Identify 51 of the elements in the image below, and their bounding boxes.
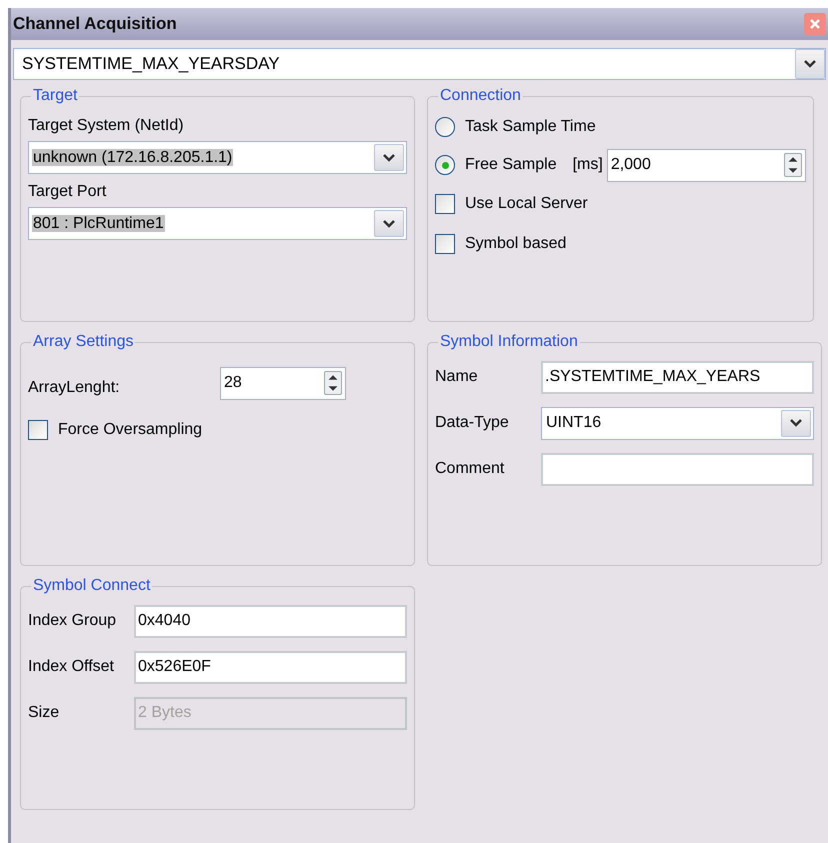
group-title: Target [32, 86, 78, 106]
spin-field[interactable]: 28 [220, 366, 346, 400]
checkbox[interactable] [28, 420, 48, 440]
spin-buttons[interactable] [324, 371, 342, 395]
checkbox-label: Symbol based [465, 234, 566, 254]
group-title: Symbol Connect [32, 576, 152, 596]
chevron-down-icon [790, 419, 802, 427]
group-title: Connection [439, 86, 522, 106]
text-field[interactable] [541, 452, 814, 486]
combo-box[interactable]: 801 : PlcRuntime1 [28, 207, 407, 240]
spin-field[interactable]: 2,000 [606, 148, 806, 182]
field-label: Index Group [28, 611, 118, 631]
group-title: Array Settings [32, 332, 134, 352]
field-label: Target Port [28, 182, 108, 202]
field-label: ArrayLenght: [28, 378, 121, 398]
field-label: Comment [435, 459, 506, 479]
combo-value: 801 : PlcRuntime1 [32, 214, 166, 234]
group-title: Symbol Information [439, 332, 579, 352]
channel-combo[interactable]: SYSTEMTIME_MAX_YEARSDAY [13, 48, 826, 80]
field-label: Data-Type [435, 413, 510, 433]
dropdown-button[interactable] [374, 144, 404, 171]
combo-box[interactable]: unknown (172.16.8.205.1.1) [28, 141, 407, 174]
combo-value: unknown (172.16.8.205.1.1) [32, 148, 234, 168]
checkbox[interactable] [435, 194, 455, 214]
field-label: Name [435, 367, 479, 387]
radio-button[interactable] [435, 155, 455, 175]
text-field[interactable]: 0x4040 [134, 604, 407, 638]
unit-label: [ms] [572, 155, 603, 175]
combo-value: UINT16 [545, 413, 602, 433]
radio-label: Task Sample Time [465, 117, 596, 137]
checkbox-label: Force Oversampling [58, 420, 202, 440]
field-label: Size [28, 703, 60, 723]
combo-box[interactable]: UINT16 [541, 406, 814, 440]
channel-value: SYSTEMTIME_MAX_YEARSDAY [22, 53, 281, 76]
radio-button[interactable] [435, 117, 455, 137]
dropdown-button[interactable] [795, 49, 825, 79]
chevron-down-icon [383, 220, 395, 228]
chevron-down-icon [804, 60, 816, 68]
text-field[interactable]: 0x526E0F [134, 650, 407, 684]
window-title: Channel Acquisition [13, 13, 177, 36]
close-icon [809, 18, 821, 30]
dropdown-button[interactable] [374, 210, 404, 237]
radio-label: Free Sample [465, 155, 557, 175]
field-label: Target System (NetId) [28, 116, 185, 136]
spin-buttons[interactable] [784, 153, 802, 177]
dropdown-button[interactable] [781, 410, 811, 436]
field-label: Index Offset [28, 657, 115, 677]
chevron-down-icon [383, 154, 395, 162]
checkbox[interactable] [435, 234, 455, 254]
checkbox-label: Use Local Server [465, 194, 588, 214]
text-field[interactable]: .SYSTEMTIME_MAX_YEARS [541, 360, 814, 394]
